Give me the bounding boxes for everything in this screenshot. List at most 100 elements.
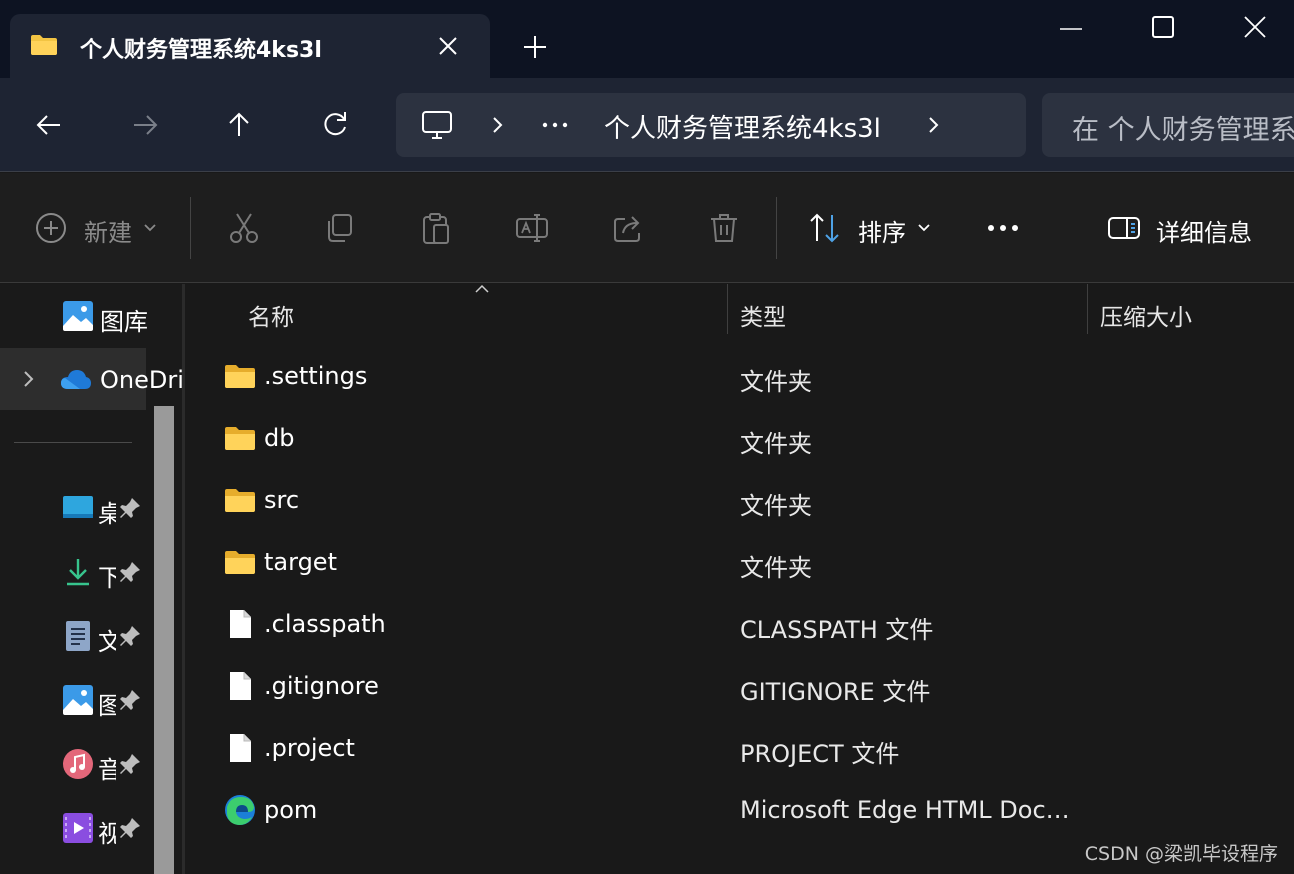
gallery-icon: [63, 301, 93, 331]
details-pane-icon[interactable]: [1107, 211, 1141, 245]
search-placeholder[interactable]: 在 个人财务管理系统4ks3l 中搜索: [1072, 108, 1294, 147]
sidebar-item-downloads[interactable]: 下载: [0, 542, 146, 604]
file-icon: [230, 734, 251, 762]
toolbar-separator: [190, 197, 191, 259]
sidebar-item-label: 图片: [98, 692, 116, 720]
watermark: CSDN @梁凯毕设程序: [1084, 843, 1278, 865]
close-icon[interactable]: [434, 32, 462, 60]
column-separator[interactable]: [727, 284, 728, 334]
sidebar-item-label: 文档: [98, 628, 116, 656]
address-path-segment[interactable]: 个人财务管理系统4ks3l: [604, 108, 881, 145]
forward-arrow-icon[interactable]: [128, 108, 162, 142]
sidebar-item-label: OneDrive: [100, 366, 184, 394]
file-row[interactable]: target 文件夹: [206, 532, 1286, 594]
file-type: 文件夹: [740, 430, 812, 458]
sidebar-item-videos[interactable]: 视频: [0, 798, 146, 860]
music-icon: [63, 749, 93, 779]
videos-icon: [63, 813, 93, 843]
file-type: 文件夹: [740, 492, 812, 520]
pin-icon[interactable]: [118, 496, 142, 520]
chevron-right-icon[interactable]: [924, 113, 944, 137]
sidebar-item-gallery[interactable]: 图库: [0, 286, 148, 348]
minimize-icon[interactable]: [1056, 14, 1086, 44]
sidebar-item-label: 图库: [100, 308, 148, 336]
pin-icon[interactable]: [118, 624, 142, 648]
onedrive-icon: [61, 370, 91, 389]
file-type: 文件夹: [740, 368, 812, 396]
chevron-right-icon[interactable]: [18, 368, 40, 390]
file-name: .project: [264, 734, 355, 762]
command-bar: 新建 排序 详细信息: [0, 173, 1294, 283]
file-row[interactable]: .project PROJECT 文件: [206, 718, 1286, 780]
sidebar-divider: [14, 442, 132, 443]
file-name: .settings: [264, 362, 368, 390]
up-arrow-icon[interactable]: [222, 108, 256, 142]
desktop-icon: [63, 496, 93, 518]
column-header-compressed-size[interactable]: 压缩大小: [1100, 298, 1192, 332]
cut-icon[interactable]: [227, 211, 261, 245]
file-type: CLASSPATH 文件: [740, 616, 934, 644]
address-bar[interactable]: 个人财务管理系统4ks3l: [396, 93, 1026, 157]
back-arrow-icon[interactable]: [32, 108, 66, 142]
sidebar-scrollbar[interactable]: [154, 406, 174, 874]
pictures-icon: [63, 685, 93, 715]
sidebar-item-onedrive[interactable]: OneDrive: [0, 348, 184, 410]
new-button[interactable]: 新建: [84, 213, 132, 248]
new-tab-icon[interactable]: [520, 32, 550, 62]
pin-icon[interactable]: [118, 560, 142, 584]
sidebar-item-music[interactable]: 音乐: [0, 734, 146, 796]
file-row[interactable]: .settings 文件夹: [206, 346, 1286, 408]
rename-icon[interactable]: [515, 211, 549, 245]
file-type: PROJECT 文件: [740, 740, 900, 768]
file-row[interactable]: .classpath CLASSPATH 文件: [206, 594, 1286, 656]
pin-icon[interactable]: [118, 688, 142, 712]
sidebar-item-pictures[interactable]: 图片: [0, 670, 146, 732]
sort-button[interactable]: 排序: [858, 213, 906, 248]
folder-icon: [225, 489, 255, 512]
computer-icon[interactable]: [420, 108, 454, 142]
file-name: pom: [264, 796, 318, 824]
file-row[interactable]: .gitignore GITIGNORE 文件: [206, 656, 1286, 718]
delete-icon[interactable]: [707, 211, 741, 245]
column-separator[interactable]: [1087, 284, 1088, 334]
file-row[interactable]: pom Microsoft Edge HTML Document: [206, 780, 1286, 842]
details-button[interactable]: 详细信息: [1156, 213, 1252, 248]
sidebar-item-desktop[interactable]: 桌面: [0, 478, 146, 540]
pane-splitter[interactable]: [182, 284, 185, 874]
ellipsis-icon[interactable]: [542, 121, 568, 129]
new-plus-circle-icon[interactable]: [34, 211, 68, 245]
column-header-name[interactable]: 名称: [248, 298, 294, 332]
share-icon[interactable]: [611, 211, 645, 245]
file-name: .gitignore: [264, 672, 379, 700]
chevron-right-icon[interactable]: [488, 113, 508, 137]
copy-icon[interactable]: [323, 211, 357, 245]
paste-icon[interactable]: [419, 211, 453, 245]
pin-icon[interactable]: [118, 752, 142, 776]
file-icon: [230, 610, 251, 638]
folder-icon: [225, 427, 255, 450]
folder-icon: [31, 35, 57, 55]
tab-title: 个人财务管理系统4ks3l: [80, 38, 322, 63]
file-row[interactable]: src 文件夹: [206, 470, 1286, 532]
window-close-icon[interactable]: [1240, 12, 1270, 42]
maximize-icon[interactable]: [1148, 12, 1178, 42]
sidebar-item-label: 音乐: [98, 756, 116, 784]
file-icon: [230, 672, 251, 700]
more-options-icon[interactable]: [986, 211, 1020, 245]
sidebar-item-label: 视频: [98, 820, 116, 848]
pin-icon[interactable]: [118, 816, 142, 840]
tab-current-folder[interactable]: 个人财务管理系统4ks3l: [10, 14, 490, 78]
download-icon: [67, 559, 89, 586]
file-name: .classpath: [264, 610, 386, 638]
documents-icon: [66, 621, 90, 651]
refresh-icon[interactable]: [318, 108, 352, 142]
search-box[interactable]: 在 个人财务管理系统4ks3l 中搜索: [1042, 93, 1294, 157]
navigation-bar: 个人财务管理系统4ks3l 在 个人财务管理系统4ks3l 中搜索: [0, 78, 1294, 172]
sort-icon[interactable]: [808, 211, 842, 245]
chevron-down-icon[interactable]: [914, 217, 934, 237]
column-header-type[interactable]: 类型: [740, 298, 786, 332]
sidebar-item-documents[interactable]: 文档: [0, 606, 146, 668]
file-name: target: [264, 548, 337, 576]
file-row[interactable]: db 文件夹: [206, 408, 1286, 470]
chevron-down-icon[interactable]: [140, 217, 160, 237]
